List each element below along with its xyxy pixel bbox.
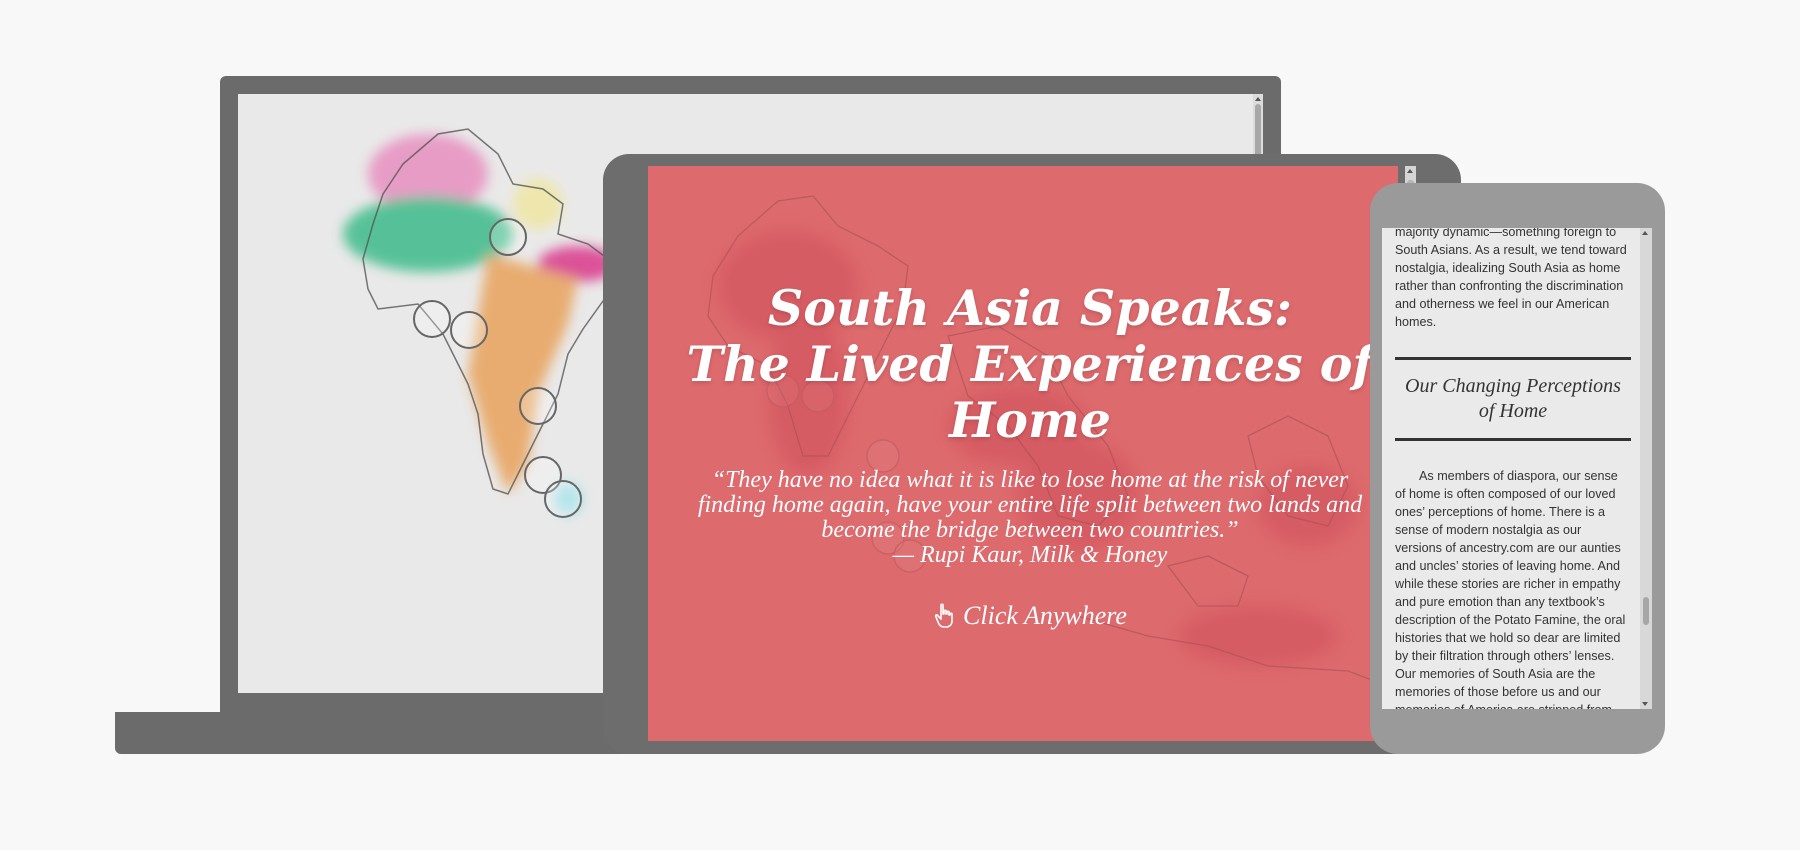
- cta-label: Click Anywhere: [963, 601, 1127, 630]
- divider: [1395, 357, 1631, 360]
- quote-attribution: — Rupi Kaur, Milk & Honey: [892, 542, 1168, 568]
- pointing-hand-icon: [934, 603, 953, 628]
- title-line: South Asia Speaks:: [767, 279, 1293, 337]
- phone-scroll-thumb[interactable]: [1643, 597, 1649, 625]
- scroll-up-icon[interactable]: [1407, 169, 1413, 173]
- article-content: majority dynamic—something foreign to So…: [1395, 228, 1631, 709]
- hero-section: South Asia Speaks: The Lived Experiences…: [680, 280, 1380, 634]
- map-marker[interactable]: [450, 311, 488, 349]
- divider: [1395, 438, 1631, 441]
- map-marker[interactable]: [519, 387, 557, 425]
- page-title: South Asia Speaks: The Lived Experiences…: [680, 280, 1380, 448]
- click-anywhere-button[interactable]: Click Anywhere: [933, 601, 1127, 631]
- phone-scrollbar[interactable]: [1640, 228, 1652, 709]
- article-paragraph: As members of diaspora, our sense of hom…: [1395, 469, 1626, 709]
- article-paragraph: majority dynamic—something foreign to So…: [1395, 228, 1627, 329]
- scroll-up-icon[interactable]: [1642, 231, 1648, 235]
- region-yellow[interactable]: [513, 179, 563, 229]
- hero-quote: “They have no idea what it is like to lo…: [697, 467, 1363, 543]
- scroll-up-icon[interactable]: [1255, 97, 1261, 101]
- map-marker[interactable]: [489, 218, 527, 256]
- phone-screen: majority dynamic—something foreign to So…: [1382, 228, 1652, 709]
- map-marker[interactable]: [544, 480, 582, 518]
- scroll-down-icon[interactable]: [1642, 702, 1648, 706]
- section-heading: Our Changing Perceptions of Home: [1405, 375, 1621, 422]
- title-line: Home: [948, 391, 1111, 449]
- title-line: The Lived Experiences of: [686, 335, 1374, 393]
- map-marker[interactable]: [413, 300, 451, 338]
